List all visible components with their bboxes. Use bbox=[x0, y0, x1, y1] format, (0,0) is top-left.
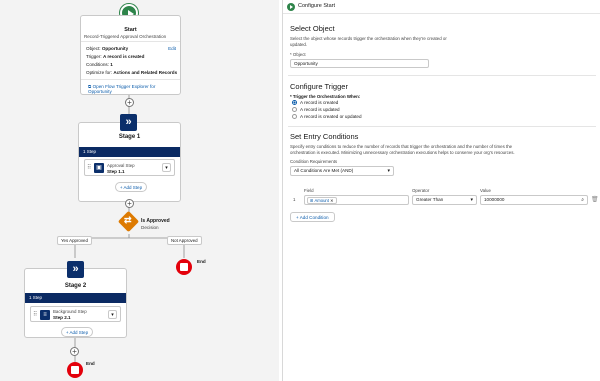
object-row: Object: Opportunity bbox=[86, 46, 128, 51]
trigger-row: Trigger: A record is created bbox=[86, 54, 144, 59]
field-pill-label: Amount bbox=[314, 198, 329, 203]
value-input[interactable]: 10000000 ⌕ bbox=[480, 195, 588, 205]
end-label: End bbox=[197, 259, 206, 264]
step-type: Background Step bbox=[53, 309, 87, 314]
end-icon bbox=[176, 259, 192, 275]
edit-link[interactable]: Edit bbox=[168, 46, 176, 51]
field-pill[interactable]: ⊞ Amount ✕ bbox=[307, 197, 337, 204]
radio-created[interactable]: A record is created bbox=[292, 100, 338, 105]
remove-pill-icon[interactable]: ✕ bbox=[330, 198, 334, 203]
object-field-label: * Object bbox=[290, 52, 306, 57]
object-label: Object: bbox=[86, 46, 101, 51]
radio-updated[interactable]: A record is updated bbox=[292, 107, 340, 112]
start-card[interactable]: Start Record-Triggered Approval Orchestr… bbox=[80, 15, 181, 95]
value-header: Value bbox=[480, 188, 491, 193]
stage1-step[interactable]: ⠿ ▣ Approval Step Step 1.1 ▾ bbox=[84, 159, 175, 176]
background-step-icon: ≡ bbox=[40, 310, 50, 320]
radio-created-or-updated[interactable]: A record is created or updated bbox=[292, 114, 362, 119]
optimize-value: Actions and Related Records bbox=[113, 70, 178, 75]
drag-handle-icon[interactable]: ⠿ bbox=[33, 311, 37, 318]
operator-select[interactable]: Greater Than ▾ bbox=[412, 195, 477, 205]
stage-icon: » bbox=[120, 114, 137, 131]
end-icon bbox=[67, 362, 83, 378]
operator-value: Greater Than bbox=[416, 197, 444, 202]
radio-selected-icon bbox=[292, 100, 297, 105]
search-icon: ⌕ bbox=[581, 197, 584, 203]
approval-step-icon: ▣ bbox=[94, 163, 104, 173]
operator-header: Operator bbox=[412, 188, 430, 193]
stage1-title: Stage 1 bbox=[118, 134, 141, 140]
radio-label: A record is created or updated bbox=[300, 114, 362, 119]
stage2-title: Stage 2 bbox=[64, 283, 87, 289]
step-menu-dropdown[interactable]: ▾ bbox=[162, 163, 171, 172]
field-combobox[interactable]: ⊞ Amount ✕ bbox=[304, 195, 409, 205]
flow-trigger-explorer-link[interactable]: ⧉ Open Flow Trigger Explorer for Opportu… bbox=[88, 84, 180, 94]
field-header: Field bbox=[304, 188, 314, 193]
add-condition-button[interactable]: + Add Condition bbox=[290, 212, 335, 222]
condition-requirements-label: Condition Requirements bbox=[290, 159, 338, 164]
field-type-icon: ⊞ bbox=[310, 198, 314, 203]
section-divider bbox=[288, 126, 596, 127]
entry-conditions-desc: Specify entry conditions to reduce the n… bbox=[290, 144, 515, 155]
row-index: 1 bbox=[293, 197, 296, 202]
value-text: 10000000 bbox=[484, 197, 505, 202]
conditions-label: Conditions: bbox=[86, 62, 109, 67]
condition-requirements-select[interactable]: All Conditions Are Met (AND) ▾ bbox=[290, 166, 394, 176]
radio-icon bbox=[292, 107, 297, 112]
add-element-button[interactable]: + bbox=[70, 347, 79, 356]
trigger-question: * Trigger the Orchestration When: bbox=[290, 94, 361, 99]
optimize-label: Optimize for: bbox=[86, 70, 113, 75]
drag-handle-icon[interactable]: ⠿ bbox=[87, 164, 91, 171]
explorer-link-label: Open Flow Trigger Explorer for Opportuni… bbox=[88, 84, 156, 94]
step-name: Step 1.1 bbox=[107, 169, 125, 174]
start-title: Start bbox=[124, 27, 137, 33]
flow-canvas[interactable]: LinkedIn Start Record-Triggered Approval… bbox=[0, 0, 279, 381]
branch-label-no: Not Approved bbox=[167, 236, 202, 245]
section-divider bbox=[288, 75, 596, 76]
stage2-step[interactable]: ⠿ ≡ Background Step Step 2.1 ▾ bbox=[30, 306, 121, 322]
stage1-step-count: 1 Step bbox=[79, 147, 180, 157]
delete-icon[interactable]: 🗑 bbox=[591, 196, 599, 203]
configure-start-panel: Configure Start Select Object Select the… bbox=[282, 0, 600, 381]
optimize-row: Optimize for: Actions and Related Record… bbox=[86, 70, 177, 75]
trigger-label: Trigger: bbox=[86, 54, 102, 59]
step-menu-dropdown[interactable]: ▾ bbox=[108, 310, 117, 319]
decision-title: Is Approved bbox=[141, 218, 170, 224]
start-icon bbox=[287, 3, 295, 11]
step-type: Approval Step bbox=[107, 163, 135, 168]
stage1-card[interactable]: Stage 1 1 Step ⠿ ▣ Approval Step Step 1.… bbox=[78, 122, 181, 202]
stage2-step-count: 1 Step bbox=[25, 293, 126, 303]
select-object-title: Select Object bbox=[290, 24, 335, 33]
step-name: Step 2.1 bbox=[53, 315, 71, 320]
stage2-card[interactable]: Stage 2 1 Step ⠿ ≡ Background Step Step … bbox=[24, 268, 127, 338]
entry-conditions-title: Set Entry Conditions bbox=[290, 132, 359, 141]
select-object-desc: Select the object whose records trigger … bbox=[290, 36, 447, 47]
conditions-value: 1 bbox=[110, 62, 113, 67]
add-element-button[interactable]: + bbox=[125, 98, 134, 107]
panel-title: Configure Start bbox=[298, 3, 335, 9]
decision-branch-glyph: ⇄ bbox=[124, 215, 132, 225]
chevron-down-icon: ▾ bbox=[387, 168, 390, 174]
configure-trigger-title: Configure Trigger bbox=[290, 82, 348, 91]
stage-icon: » bbox=[67, 261, 84, 278]
panel-header: Configure Start bbox=[283, 0, 600, 14]
chevron-down-icon: ▾ bbox=[470, 197, 473, 203]
condition-requirements-value: All Conditions Are Met (AND) bbox=[294, 168, 354, 173]
decision-subtitle: Decision bbox=[141, 225, 159, 230]
end-label: End bbox=[86, 361, 95, 366]
add-element-button[interactable]: + bbox=[125, 199, 134, 208]
conditions-row: Conditions: 1 bbox=[86, 62, 113, 67]
trigger-value: A record is created bbox=[102, 54, 145, 59]
add-step-button[interactable]: + Add Step bbox=[115, 182, 147, 192]
add-step-button[interactable]: + Add Step bbox=[61, 327, 93, 337]
object-value: Opportunity bbox=[101, 46, 129, 51]
radio-icon bbox=[292, 114, 297, 119]
branch-label-yes: Yes Approved bbox=[57, 236, 92, 245]
object-field[interactable]: Opportunity bbox=[290, 59, 429, 68]
radio-label: A record is created bbox=[300, 100, 339, 105]
start-subtitle: Record-Triggered Approval Orchestration bbox=[84, 34, 167, 39]
radio-label: A record is updated bbox=[300, 107, 340, 112]
